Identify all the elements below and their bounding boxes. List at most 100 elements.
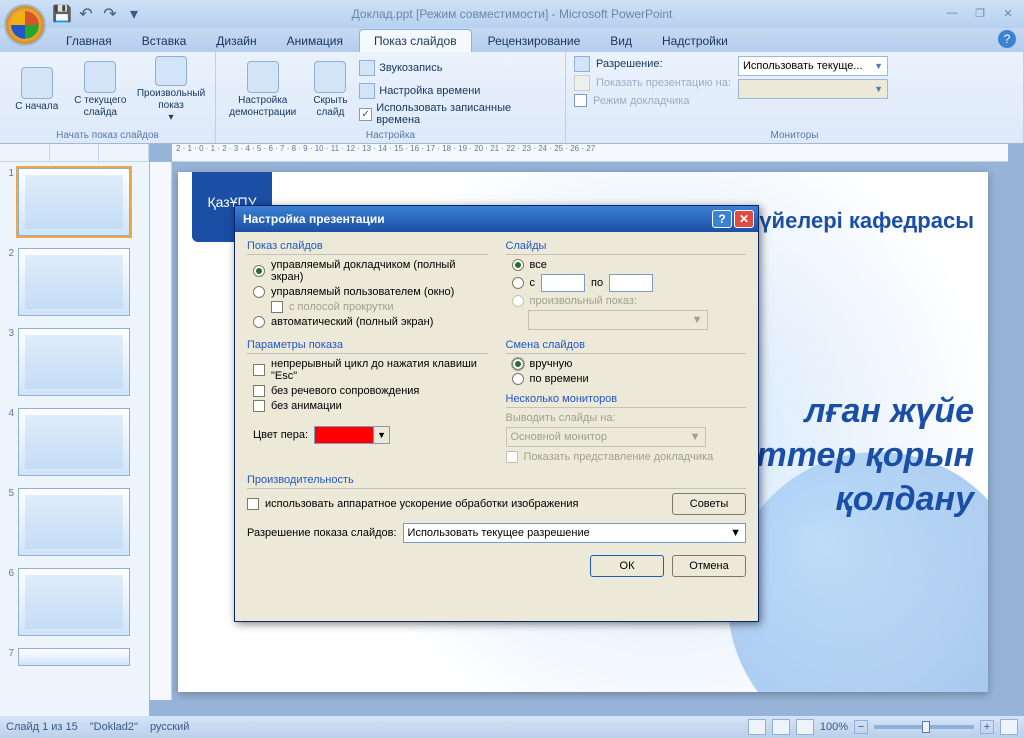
radio-manual[interactable] — [512, 358, 524, 370]
setup-icon — [247, 61, 279, 93]
chk-scrollbar — [271, 301, 283, 313]
ribbon-tabs: Главная Вставка Дизайн Анимация Показ сл… — [0, 28, 1024, 52]
tab-animation[interactable]: Анимация — [273, 30, 357, 52]
help-icon[interactable]: ? — [998, 30, 1016, 48]
view-slideshow-button[interactable] — [796, 719, 814, 735]
params-title: Параметры показа — [247, 339, 488, 354]
resolution-combo-dlg[interactable]: Использовать текущее разрешение▼ — [403, 523, 746, 543]
perf-title: Производительность — [247, 474, 746, 489]
dialog-help-button[interactable]: ? — [712, 210, 732, 228]
group-setup-label: Настройка — [216, 130, 565, 141]
show-type-title: Показ слайдов — [247, 240, 488, 255]
hide-slide-button[interactable]: Скрыть слайд — [308, 56, 354, 124]
tab-view[interactable]: Вид — [596, 30, 646, 52]
slide-heading: үйелері кафедрасы — [759, 208, 974, 234]
radio-timings[interactable] — [512, 373, 524, 385]
status-slide: Слайд 1 из 15 — [6, 721, 78, 733]
group-start-label: Начать показ слайдов — [0, 130, 215, 141]
play-current-icon — [84, 61, 116, 93]
from-beginning-button[interactable]: С начала — [8, 56, 66, 124]
zoom-slider[interactable] — [874, 725, 974, 729]
horizontal-ruler: 2 · 1 · 0 · 1 · 2 · 3 · 4 · 5 · 6 · 7 · … — [172, 144, 1008, 162]
resolution-icon — [574, 56, 590, 72]
tab-insert[interactable]: Вставка — [128, 30, 201, 52]
slide-text-2: ттер қорын — [757, 436, 974, 475]
to-input[interactable] — [609, 274, 653, 292]
tab-slideshow[interactable]: Показ слайдов — [359, 29, 472, 52]
cancel-button[interactable]: Отмена — [672, 555, 746, 577]
thumbnail-5[interactable] — [18, 488, 130, 556]
chk-no-narration[interactable] — [253, 385, 265, 397]
radio-all-slides[interactable] — [512, 259, 524, 271]
tab-home[interactable]: Главная — [52, 30, 126, 52]
hide-slide-icon — [314, 61, 346, 93]
thumbnail-3[interactable] — [18, 328, 130, 396]
radio-from-to[interactable] — [512, 277, 524, 289]
fit-window-button[interactable] — [1000, 719, 1018, 735]
slide-thumbnails[interactable]: 1 2 3 4 5 6 7 — [0, 144, 150, 716]
monitor-combo: Основной монитор▼ — [506, 427, 706, 447]
tab-addins[interactable]: Надстройки — [648, 30, 742, 52]
from-current-button[interactable]: С текущего слайда — [72, 56, 130, 124]
thumbnail-1[interactable] — [18, 168, 130, 236]
play-from-start-icon — [21, 67, 53, 99]
radio-window[interactable] — [253, 286, 265, 298]
thumbnail-4[interactable] — [18, 408, 130, 476]
redo-icon[interactable]: ↷ — [100, 4, 120, 24]
maximize-button[interactable]: ❐ — [968, 4, 992, 22]
minimize-button[interactable]: — — [940, 4, 964, 22]
radio-custom-show — [512, 295, 524, 307]
dialog-close-button[interactable]: ✕ — [734, 210, 754, 228]
rehearse-timings-button[interactable]: Настройка времени — [359, 81, 557, 101]
ribbon: С начала С текущего слайда Произвольный … — [0, 52, 1024, 144]
thumbnail-6[interactable] — [18, 568, 130, 636]
custom-show-button[interactable]: Произвольный показ ▾ — [135, 56, 207, 124]
status-theme: "Doklad2" — [90, 721, 138, 733]
tab-design[interactable]: Дизайн — [202, 30, 270, 52]
slide-text-3: қолдану — [835, 480, 974, 519]
chk-no-animation[interactable] — [253, 400, 265, 412]
thumbnail-2[interactable] — [18, 248, 130, 316]
save-icon[interactable]: 💾 — [52, 4, 72, 24]
zoom-level[interactable]: 100% — [820, 721, 848, 733]
titlebar: 💾 ↶ ↷ ▾ Доклад.ppt [Режим совместимости]… — [0, 0, 1024, 28]
record-narration-button[interactable]: Звукозапись — [359, 58, 557, 78]
show-on-icon — [574, 75, 590, 91]
group-monitors-label: Мониторы — [566, 130, 1023, 141]
clock-icon — [359, 83, 375, 99]
monitors-title: Несколько мониторов — [506, 393, 747, 408]
use-timings-checkbox[interactable]: ✓Использовать записанные времена — [359, 104, 557, 124]
view-normal-button[interactable] — [748, 719, 766, 735]
zoom-out-button[interactable]: − — [854, 720, 868, 734]
slides-title: Слайды — [506, 240, 747, 255]
chk-loop[interactable] — [253, 364, 265, 376]
from-input[interactable] — [541, 274, 585, 292]
setup-show-button[interactable]: Настройка демонстрации — [224, 56, 302, 124]
thumbnail-7[interactable] — [18, 648, 130, 666]
undo-icon[interactable]: ↶ — [76, 4, 96, 24]
radio-presenter[interactable] — [253, 265, 265, 277]
resolution-combo[interactable]: Использовать текуще...▼ — [738, 56, 888, 76]
ok-button[interactable]: ОК — [590, 555, 664, 577]
chk-presenter-view — [506, 451, 518, 463]
vertical-ruler — [150, 162, 172, 700]
status-bar: Слайд 1 из 15 "Doklad2" русский 100% − + — [0, 716, 1024, 738]
tips-button[interactable]: Советы — [672, 493, 746, 515]
view-sorter-button[interactable] — [772, 719, 790, 735]
window-title: Доклад.ppt [Режим совместимости] - Micro… — [352, 7, 673, 21]
show-on-combo: ▼ — [738, 79, 888, 99]
office-button[interactable] — [4, 4, 46, 46]
pen-color-picker[interactable]: ▼ — [314, 426, 390, 444]
dialog-titlebar[interactable]: Настройка презентации ? ✕ — [235, 206, 758, 232]
slide-text-1: лған жүйе — [804, 392, 974, 431]
qat-more-icon[interactable]: ▾ — [124, 4, 144, 24]
zoom-in-button[interactable]: + — [980, 720, 994, 734]
close-button[interactable]: ✕ — [996, 4, 1020, 22]
status-lang: русский — [150, 721, 189, 733]
custom-show-combo: ▼ — [528, 310, 708, 330]
radio-kiosk[interactable] — [253, 316, 265, 328]
setup-show-dialog: Настройка презентации ? ✕ Показ слайдов … — [234, 205, 759, 622]
chk-hw-accel[interactable] — [247, 498, 259, 510]
tab-review[interactable]: Рецензирование — [474, 30, 595, 52]
presenter-view-checkbox — [574, 94, 587, 107]
